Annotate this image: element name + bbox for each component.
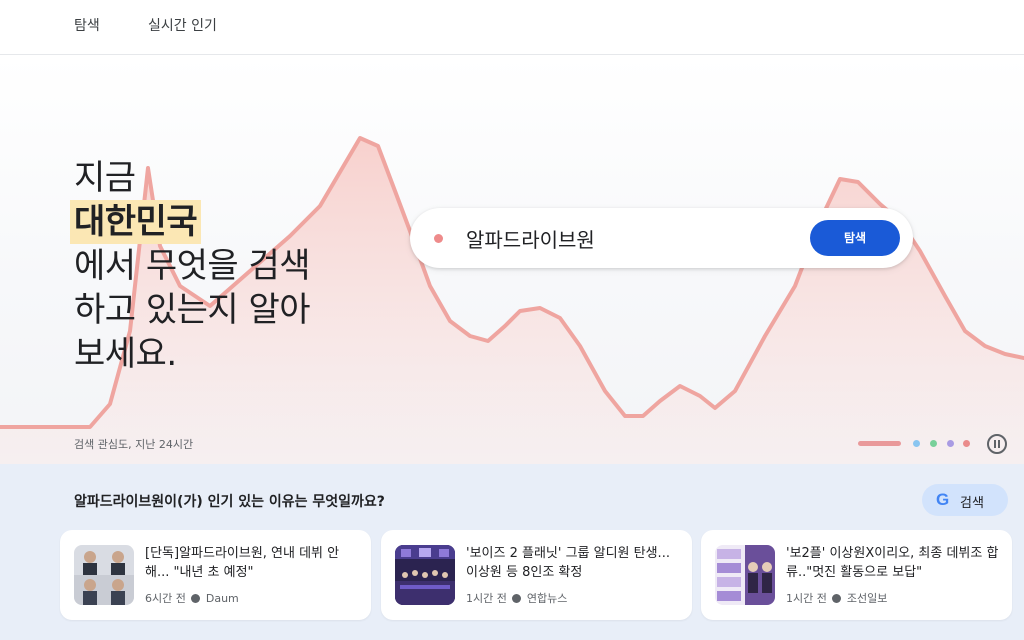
news-card[interactable]: '보2플' 이상원X이리오, 최종 데뷔조 합류.."멋진 활동으로 보답" 1…	[701, 530, 1012, 620]
headline-region-highlight: 대한민국	[70, 200, 202, 244]
news-source: 조선일보	[846, 592, 888, 605]
trend-search-pill[interactable]: 알파드라이브원 탐색	[410, 208, 913, 268]
why-trending-heading: 알파드라이브원이(가) 인기 있는 이유는 무엇일까요?	[74, 494, 385, 510]
trend-color-dot	[434, 234, 443, 243]
tab-explore[interactable]: 탐색	[74, 15, 100, 35]
news-time: 1시간 전	[786, 592, 827, 605]
headline-line-1: 지금	[74, 158, 136, 198]
google-search-label: 검색	[960, 496, 984, 511]
chart-caption: 검색 관심도, 지난 24시간	[74, 438, 194, 451]
news-meta: 1시간 전 연합뉴스	[466, 590, 567, 606]
news-card[interactable]: '보이즈 2 플래닛' 그룹 알디원 탄생... 이상원 등 8인조 확정 1시…	[381, 530, 692, 620]
related-section: 알파드라이브원이(가) 인기 있는 이유는 무엇일까요? G 검색 [단독]알파…	[0, 464, 1024, 640]
carousel-dot[interactable]	[913, 440, 920, 447]
source-icon	[512, 594, 522, 603]
news-title: '보이즈 2 플래닛' 그룹 알디원 탄생... 이상원 등 8인조 확정	[466, 546, 670, 580]
news-thumbnail	[395, 545, 455, 605]
carousel-dot[interactable]	[947, 440, 954, 447]
news-title: [단독]알파드라이브원, 연내 데뷔 안해... "내년 초 예정"	[145, 546, 340, 580]
hero-headline: 지금 대한민국 에서 무엇을 검색 하고 있는지 알아 보세요.	[70, 156, 311, 376]
news-thumbnail	[715, 545, 775, 605]
trend-search-term: 알파드라이브원	[466, 228, 595, 252]
headline-line-5: 보세요.	[74, 334, 177, 374]
google-search-button[interactable]: G 검색	[922, 484, 1008, 516]
news-meta: 6시간 전 Daum	[145, 590, 239, 606]
news-source: 연합뉴스	[526, 592, 568, 605]
hero-section: 지금 대한민국 에서 무엇을 검색 하고 있는지 알아 보세요. 알파드라이브원…	[0, 56, 1024, 464]
news-time: 1시간 전	[466, 592, 507, 605]
carousel-dot[interactable]	[930, 440, 937, 447]
news-time: 6시간 전	[145, 592, 186, 605]
top-nav: 탐색 실시간 인기	[0, 0, 1024, 55]
news-source: Daum	[205, 592, 239, 605]
tab-trending-now[interactable]: 실시간 인기	[148, 15, 217, 35]
news-card[interactable]: [단독]알파드라이브원, 연내 데뷔 안해... "내년 초 예정" 6시간 전…	[60, 530, 371, 620]
news-meta: 1시간 전 조선일보	[786, 590, 887, 606]
carousel-dot[interactable]	[963, 440, 970, 447]
headline-line-4: 하고 있는지 알아	[74, 290, 311, 330]
source-icon	[832, 594, 842, 603]
headline-line-3: 에서 무엇을 검색	[74, 246, 311, 286]
source-icon	[191, 594, 201, 603]
news-thumbnail	[74, 545, 134, 605]
carousel-active-bar[interactable]	[858, 441, 901, 446]
news-title: '보2플' 이상원X이리오, 최종 데뷔조 합류.."멋진 활동으로 보답"	[786, 546, 999, 580]
explore-button[interactable]: 탐색	[810, 220, 900, 256]
pause-icon[interactable]	[987, 434, 1007, 454]
google-g-icon: G	[936, 490, 950, 509]
